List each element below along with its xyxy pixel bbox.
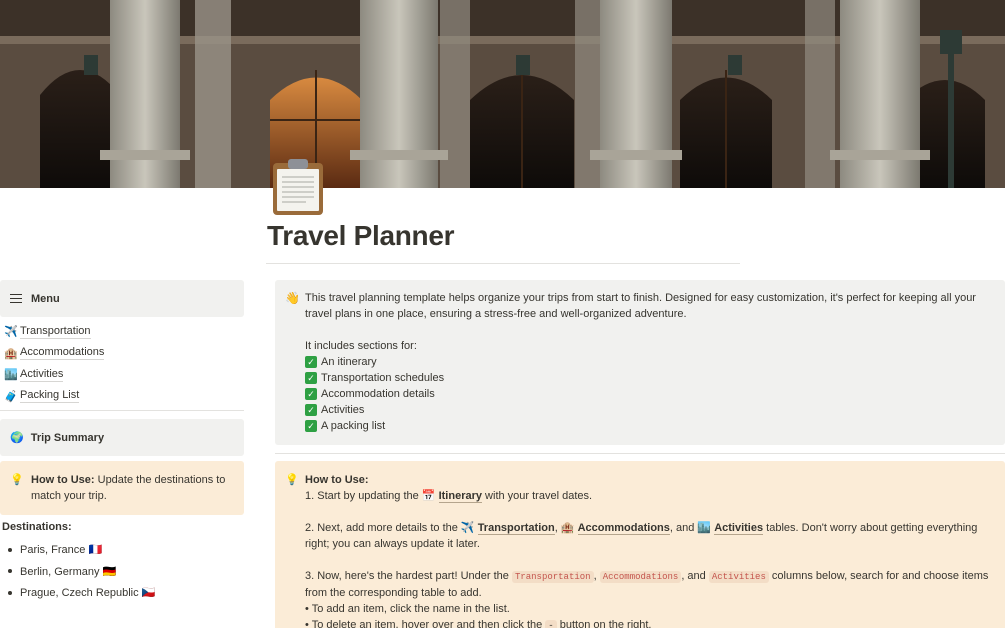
luggage-icon: 🧳 [4,390,18,403]
list-item: ✓ Transportation schedules [305,370,995,386]
list-item: Paris, France 🇫🇷 [8,539,155,561]
menu-label: Menu [31,292,60,305]
airplane-icon: ✈️ [460,522,475,534]
sidebar-item-activities[interactable]: 🏙️ Activities [4,364,244,386]
hotel-icon: 🏨 [4,347,18,360]
checkmark-icon: ✓ [305,404,317,416]
intro-paragraph: This travel planning template helps orga… [305,292,976,320]
page-title: Travel Planner [267,220,455,251]
hotel-icon: 🏨 [560,522,575,534]
trip-summary-label: Trip Summary [30,431,105,444]
how-to-callout: 💡 How to Use: 1. Start by updating the 📅… [275,461,1005,628]
lightbulb-icon: 💡 [10,474,24,486]
intro-callout: 👋 This travel planning template helps or… [275,280,1005,445]
sidebar-item-label: Accommodations [20,346,105,361]
transportation-link[interactable]: Transportation [477,522,555,535]
menu-header[interactable]: Menu [0,280,244,317]
code-accommodations: Accommodations [599,571,682,583]
menu-icon [10,293,22,304]
checkmark-icon: ✓ [305,356,317,368]
bullet-add: • To add an item, click the name in the … [305,603,510,615]
sidebar-item-label: Packing List [20,389,80,404]
sidebar-item-accommodations[interactable]: 🏨 Accommodations [4,343,244,365]
list-item: ✓ Activities [305,402,995,418]
list-item: Berlin, Germany 🇩🇪 [8,561,155,583]
code-minus: - [545,620,557,628]
sidebar-how-to-callout: 💡 How to Use: Update the destinations to… [0,461,244,515]
accommodations-link[interactable]: Accommodations [577,522,670,535]
cover-image [0,0,1005,188]
main-divider [275,453,1005,454]
how-to-heading: How to Use: [31,474,95,486]
calendar-icon: 📅 [421,490,436,502]
globe-icon: 🌍 [10,432,24,444]
checkmark-icon: ✓ [305,388,317,400]
sidebar-item-label: Activities [20,367,64,382]
code-activities: Activities [708,571,769,583]
waving-hand-icon: 👋 [285,291,300,305]
sidebar-item-transportation[interactable]: ✈️ Transportation [4,321,244,343]
how-to-main-heading: How to Use: [305,474,369,486]
airplane-icon: ✈️ [4,326,18,339]
lightbulb-icon: 💡 [285,474,299,486]
list-item: ✓ Accommodation details [305,386,995,402]
checkmark-icon: ✓ [305,372,317,384]
step-3: 3. Now, here's the hardest part! Under t… [305,570,989,599]
destinations-label: Destinations: [2,521,72,533]
list-item: ✓ A packing list [305,418,995,434]
sidebar-item-packing-list[interactable]: 🧳 Packing List [4,386,244,408]
trip-summary-button[interactable]: 🌍 Trip Summary [0,419,244,456]
list-item: ✓ An itinerary [305,354,995,370]
includes-label: It includes sections for: [305,340,417,352]
checkmark-icon: ✓ [305,420,317,432]
code-transportation: Transportation [511,571,594,583]
list-item: Prague, Czech Republic 🇨🇿 [8,582,155,604]
bullet-delete: • To delete an item, hover over and then… [305,617,995,628]
step-1: 1. Start by updating the 📅 Itinerary wit… [305,490,593,503]
sidebar-divider [0,410,244,411]
sidebar-item-label: Transportation [20,324,91,339]
title-divider [266,263,740,264]
cityscape-icon: 🏙️ [697,522,712,534]
destinations-list: Paris, France 🇫🇷 Berlin, Germany 🇩🇪 Prag… [8,539,155,604]
clipboard-icon[interactable] [271,157,325,217]
sidebar-nav: ✈️ Transportation 🏨 Accommodations 🏙️ Ac… [4,321,244,407]
itinerary-link[interactable]: Itinerary [438,490,482,503]
step-2: 2. Next, add more details to the ✈️ Tran… [305,522,978,550]
cityscape-icon: 🏙️ [4,369,18,382]
activities-link[interactable]: Activities [714,522,764,535]
